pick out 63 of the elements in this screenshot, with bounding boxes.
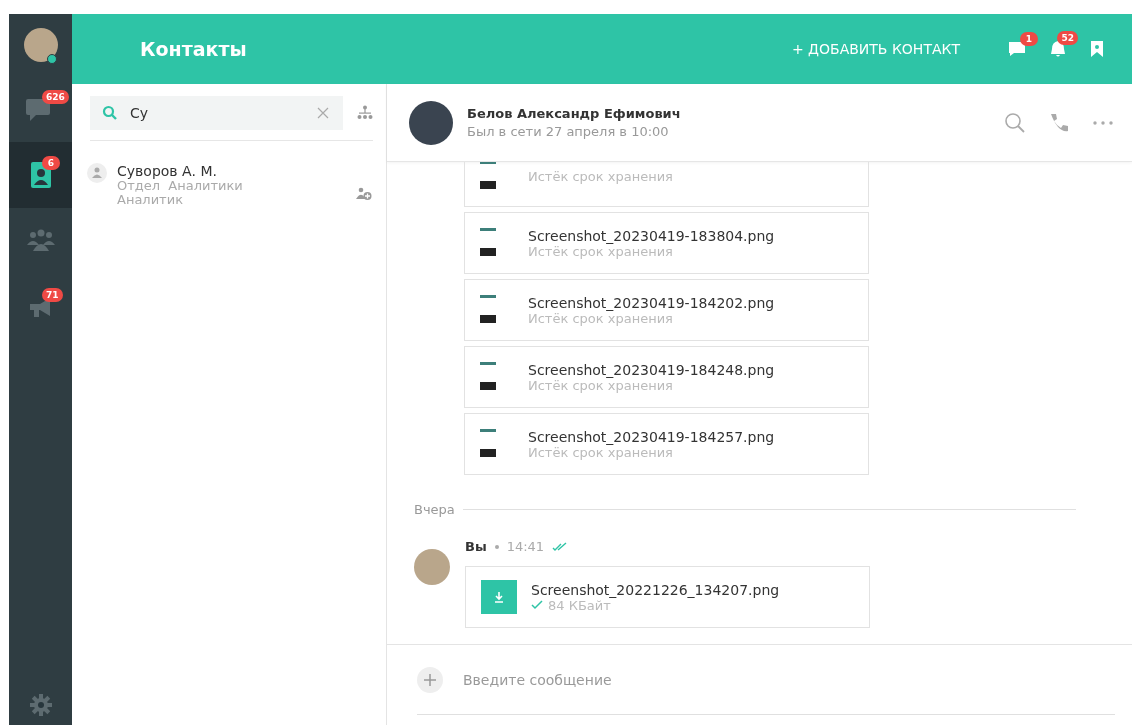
- image-thumbnail-icon: [480, 228, 498, 258]
- plus-icon[interactable]: [417, 666, 443, 693]
- search-input[interactable]: Су: [128, 95, 307, 131]
- file-expired-note: Истёк срок хранения: [528, 168, 673, 184]
- more-options-icon[interactable]: [1092, 119, 1114, 126]
- contact-department: Отдел Аналитики: [117, 179, 244, 193]
- file-name: Screenshot_20230419-184202.png: [528, 294, 775, 311]
- message-time: 14:41: [506, 539, 545, 554]
- image-thumbnail-icon: [480, 162, 498, 191]
- contact-position: Аналитик: [117, 193, 184, 207]
- contact-photo-placeholder: [409, 100, 453, 145]
- mentions-badge: 1: [1020, 32, 1038, 46]
- search-icon: [102, 105, 118, 121]
- download-icon: [493, 591, 505, 603]
- settings-icon[interactable]: [28, 693, 53, 717]
- org-structure-icon[interactable]: [357, 105, 373, 121]
- file-card[interactable]: Screenshot_20230419-184248.png Истёк срок хранения: [464, 346, 869, 408]
- search-icon[interactable]: [1004, 111, 1026, 134]
- user-avatar: [414, 549, 450, 585]
- image-thumbnail-icon: [480, 362, 498, 392]
- file-card[interactable]: Screenshot_20230419-184202.png Истёк срок хранения: [464, 279, 869, 341]
- nav-item[interactable]: 6: [9, 142, 72, 208]
- file-name: Screenshot_20230419-184257.png: [528, 428, 775, 445]
- unread-count-badge: 6: [42, 156, 60, 170]
- file-name: Screenshot_20230419-184248.png: [528, 361, 775, 378]
- person-avatar-icon: [87, 163, 107, 183]
- phone-icon[interactable]: [1048, 111, 1070, 134]
- file-expired-note: Истёк срок хранения: [528, 310, 673, 326]
- file-expired-note: Истёк срок хранения: [528, 243, 673, 259]
- mentions-button[interactable]: 1: [1008, 32, 1038, 57]
- notifications-button[interactable]: 52: [1050, 31, 1078, 58]
- bell-icon: [1050, 40, 1066, 58]
- file-expired-note: Истёк срок хранения: [528, 377, 673, 393]
- image-thumbnail-icon: [480, 295, 498, 325]
- image-thumbnail-icon: [480, 429, 498, 459]
- file-card[interactable]: Screenshot_20221226_134207.png 84 КБайт: [465, 566, 870, 628]
- unread-count-badge: 626: [42, 90, 69, 104]
- nav-item[interactable]: 71: [9, 274, 72, 340]
- contact-item[interactable]: Суворов А. М. Отдел Аналитики Аналитик: [72, 141, 372, 207]
- user-avatar[interactable]: [23, 28, 58, 62]
- last-seen-status: Был в сети 27 апреля в 10:00: [467, 124, 670, 139]
- file-size: 84 КБайт: [548, 597, 611, 613]
- download-button[interactable]: [481, 580, 517, 614]
- message-author: Вы: [465, 539, 487, 554]
- date-separator: Вчера: [414, 502, 455, 517]
- close-icon[interactable]: [317, 107, 329, 119]
- nav-item[interactable]: 626: [9, 76, 72, 142]
- people-group-icon: [24, 229, 57, 253]
- contact-name: Суворов А. М.: [117, 163, 219, 179]
- page-title: Контакты: [140, 38, 248, 60]
- file-expired-note: Истёк срок хранения: [528, 444, 673, 460]
- file-name: Screenshot_20221226_134207.png: [531, 581, 780, 598]
- notifications-badge: 52: [1057, 31, 1078, 45]
- file-card[interactable]: Screenshot_20230419-183804.png Истёк срок хранения: [464, 212, 869, 274]
- file-card[interactable]: Screenshot_20230419-184257.png Истёк срок хранения: [464, 413, 869, 475]
- chat-icon: [1008, 41, 1026, 57]
- search-field[interactable]: Су: [90, 96, 343, 130]
- separator-dot: [494, 544, 499, 549]
- chat-contact-name: Белов Александр Ефимович: [467, 106, 682, 121]
- add-person-icon[interactable]: [356, 187, 372, 201]
- file-name: Screenshot_20230419-183804.png: [528, 227, 775, 244]
- bookmark-icon[interactable]: [1090, 40, 1104, 58]
- unread-count-badge: 71: [42, 288, 63, 302]
